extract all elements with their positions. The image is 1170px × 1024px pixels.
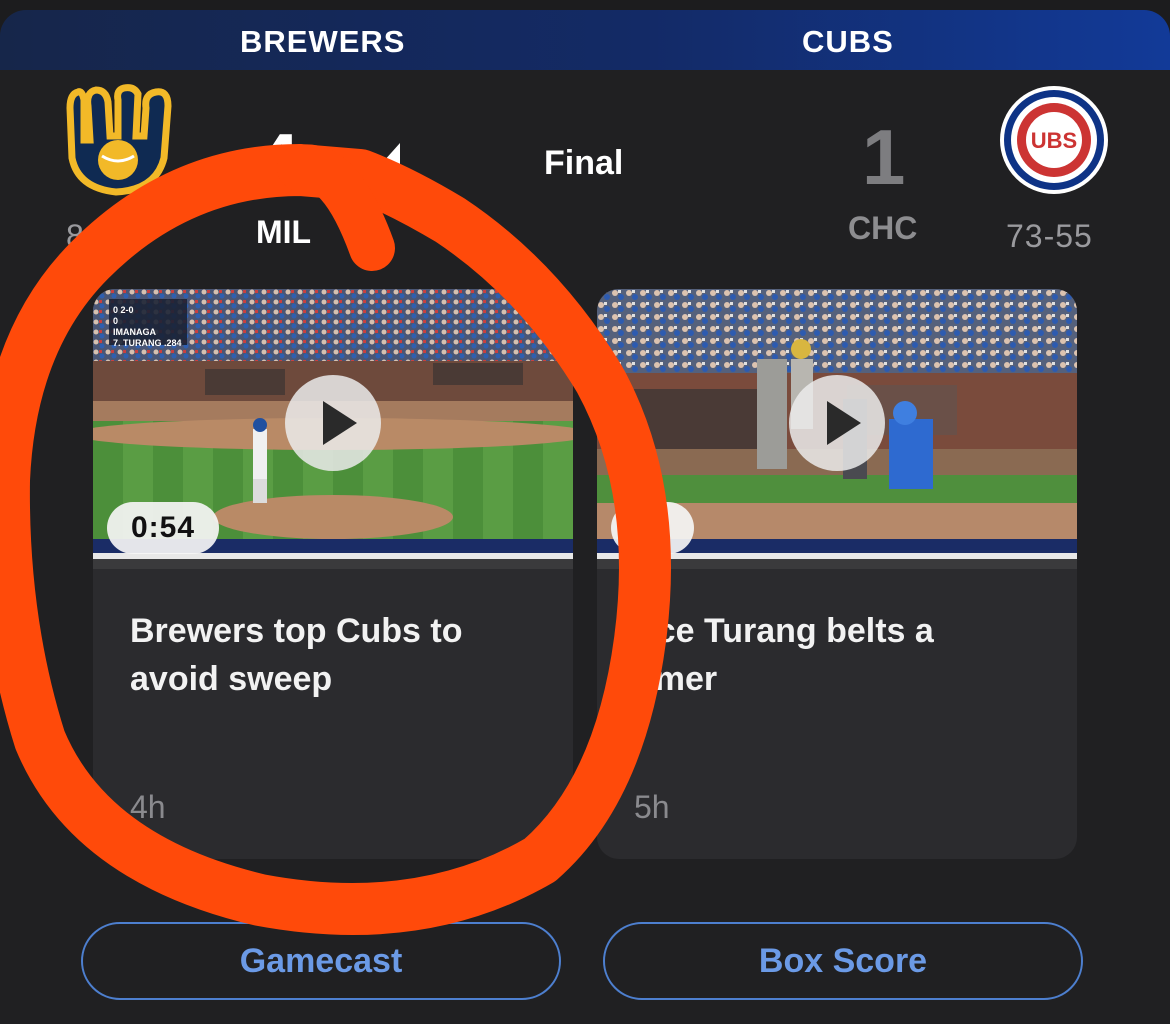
box-score-button[interactable]: Box Score [603,922,1083,1000]
svg-text:UBS: UBS [1031,128,1077,153]
cubs-logo-icon[interactable]: UBS [998,84,1110,196]
video-duration: 0:54 [107,502,220,554]
play-icon[interactable] [789,375,885,471]
video-headline-line-2: omer [634,660,718,698]
scorebug-count: 2-0 [120,305,134,315]
winner-arrow-icon [383,143,400,181]
game-status: Final [544,144,624,182]
video-headline[interactable]: Brewers top Cubs to avoid sweep [130,607,540,703]
video-duration: 21 [611,502,695,554]
gamecast-button[interactable]: Gamecast [81,922,561,1000]
scorebug-avg: .284 [164,338,182,348]
video-card[interactable]: 0 2-0 0 IMANAGA 7. TURANG .284 0:54 Brew… [93,289,573,859]
scorebug-batter: 7. TURANG [113,338,162,348]
scorebug: 0 2-0 0 IMANAGA 7. TURANG .284 [113,305,182,349]
away-team-name[interactable]: BREWERS [240,24,405,60]
away-record: 80 [66,218,104,254]
away-abbr: MIL [256,214,312,250]
home-score: 1 [862,113,906,201]
video-headline[interactable]: rice Turang belts a omer [634,607,1044,703]
video-age: 4h [130,789,166,825]
play-icon[interactable] [285,375,381,471]
scorebug-home-score: 0 [113,316,119,326]
home-record: 73-55 [1006,218,1093,254]
scorebug-away-score: 0 [113,305,119,315]
video-headline-line-1: rice Turang belts a [634,612,934,650]
scorebug-pitcher: IMANAGA [113,327,156,337]
brewers-logo-icon[interactable] [64,84,172,196]
video-card[interactable]: 21 rice Turang belts a omer 5h [597,289,1077,859]
away-score: 4 [256,117,300,205]
team-header-bar: BREWERS CUBS [0,10,1170,70]
video-age: 5h [634,789,670,825]
home-team-name[interactable]: CUBS [802,24,894,60]
home-abbr: CHC [848,210,918,246]
